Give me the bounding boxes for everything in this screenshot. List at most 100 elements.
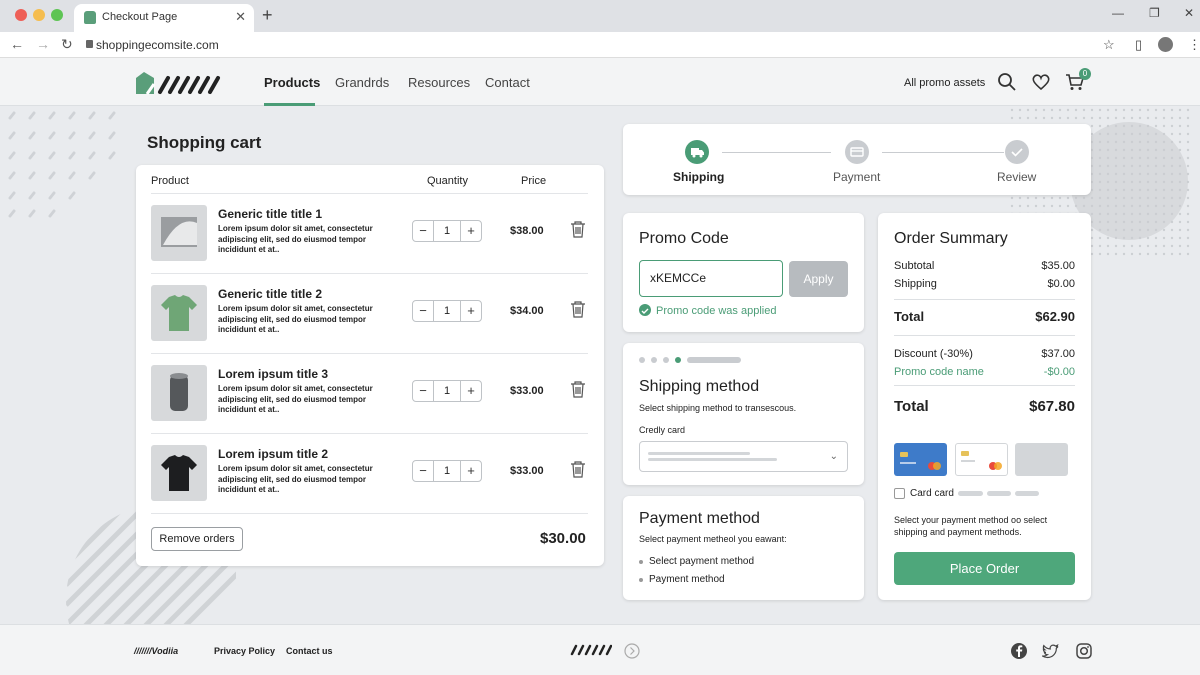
quantity-stepper: − 1 + xyxy=(412,220,482,242)
product-thumbnail[interactable] xyxy=(151,365,207,421)
cart-heading: Shopping cart xyxy=(147,133,262,152)
subtotal-label: Subtotal xyxy=(894,260,935,272)
contact-us-link[interactable]: Contact us xyxy=(286,646,333,656)
product-thumbnail[interactable] xyxy=(151,205,207,261)
minimize-window-dot[interactable] xyxy=(33,9,45,21)
footer-brand: ///////Vodiia xyxy=(134,646,179,656)
payment-step-icon[interactable] xyxy=(845,140,869,164)
product-thumbnail[interactable] xyxy=(151,445,207,501)
increment-button[interactable]: + xyxy=(461,461,481,481)
product-thumbnail[interactable] xyxy=(151,285,207,341)
site-footer: ///////Vodiia Privacy Policy Contact us xyxy=(0,624,1200,675)
tab-close-icon[interactable]: ✕ xyxy=(235,9,246,25)
maximize-window-dot[interactable] xyxy=(51,9,63,21)
trash-icon[interactable] xyxy=(570,221,586,238)
item-price: $33.00 xyxy=(510,385,544,397)
nav-products[interactable]: Products xyxy=(264,75,320,90)
browser-menu-icon[interactable]: ⋮ xyxy=(1188,37,1200,53)
heart-icon[interactable] xyxy=(1031,72,1051,92)
browser-tab[interactable]: Checkout Page ✕ xyxy=(74,4,254,32)
window-close-icon[interactable]: ✕ xyxy=(1184,6,1194,20)
item-title[interactable]: Lorem ipsum title 3 xyxy=(218,367,328,381)
promo-code-name: Promo code name xyxy=(894,366,984,378)
window-restore-icon[interactable]: ❐ xyxy=(1149,6,1160,20)
shipping-subtitle: Select shipping method to transescous. xyxy=(639,403,797,413)
nav-resources[interactable]: Resources xyxy=(408,75,470,90)
payment-option[interactable]: Select payment method xyxy=(649,556,754,567)
payment-subtitle: Select payment metheol you eawant: xyxy=(639,534,787,544)
discount-label: Discount (-30%) xyxy=(894,348,973,360)
sidebar-icon[interactable]: ▯ xyxy=(1135,37,1142,53)
quantity-value[interactable]: 1 xyxy=(433,381,461,401)
nav-contact[interactable]: Contact xyxy=(485,75,530,90)
new-tab-icon[interactable]: + xyxy=(262,5,273,26)
bookmark-star-icon[interactable]: ☆ xyxy=(1103,37,1115,53)
browser-titlebar: Checkout Page ✕ + — ❐ ✕ xyxy=(0,0,1200,32)
item-title[interactable]: Lorem ipsum title 2 xyxy=(218,447,328,461)
trash-icon[interactable] xyxy=(570,301,586,318)
promo-code-input[interactable]: xKEMCCe xyxy=(639,260,783,297)
progress-dot xyxy=(639,357,645,363)
step-label-payment[interactable]: Payment xyxy=(833,170,880,184)
summary-heading: Order Summary xyxy=(894,230,1008,247)
twitter-icon[interactable] xyxy=(1042,642,1060,660)
place-order-button[interactable]: Place Order xyxy=(894,552,1075,585)
site-logo-icon[interactable] xyxy=(134,70,229,96)
profile-avatar-icon[interactable] xyxy=(1158,37,1173,52)
quantity-value[interactable]: 1 xyxy=(433,461,461,481)
item-description: Lorem ipsum dolor sit amet, consectetur … xyxy=(218,224,373,254)
apply-button[interactable]: Apply xyxy=(789,261,848,297)
search-icon[interactable] xyxy=(997,72,1017,92)
cart-count-badge: 0 xyxy=(1079,68,1091,80)
close-window-dot[interactable] xyxy=(15,9,27,21)
step-label-shipping[interactable]: Shipping xyxy=(673,170,724,184)
trash-icon[interactable] xyxy=(570,461,586,478)
cart-panel: Product Quantity Price Generic title tit… xyxy=(136,165,604,566)
decrement-button[interactable]: − xyxy=(413,461,433,481)
url-field[interactable]: shoppingecomsite.com xyxy=(96,38,219,52)
blue-card-option[interactable] xyxy=(894,443,947,476)
decrement-button[interactable]: − xyxy=(413,301,433,321)
payment-option[interactable]: Payment method xyxy=(649,574,725,585)
promo-success-message: Promo code was applied xyxy=(656,305,777,317)
increment-button[interactable]: + xyxy=(461,301,481,321)
review-step-icon[interactable] xyxy=(1005,140,1029,164)
forward-icon[interactable]: → xyxy=(36,36,50,52)
progress-dot xyxy=(651,357,657,363)
step-label-review[interactable]: Review xyxy=(997,170,1036,184)
item-price: $34.00 xyxy=(510,305,544,317)
gray-card-option[interactable] xyxy=(1015,443,1068,476)
remove-orders-button[interactable]: Remove orders xyxy=(151,527,243,551)
decrement-button[interactable]: − xyxy=(413,381,433,401)
card-checkbox[interactable] xyxy=(894,488,905,499)
shipping-step-icon[interactable] xyxy=(685,140,709,164)
instagram-icon[interactable] xyxy=(1075,642,1093,660)
tab-title: Checkout Page xyxy=(102,11,178,23)
promo-assets-link[interactable]: All promo assets xyxy=(904,77,985,89)
quantity-stepper: − 1 + xyxy=(412,300,482,322)
white-card-option[interactable] xyxy=(955,443,1008,476)
shipping-select[interactable]: ⌄ xyxy=(639,441,848,472)
increment-button[interactable]: + xyxy=(461,221,481,241)
quantity-value[interactable]: 1 xyxy=(433,221,461,241)
price-column-header: Price xyxy=(521,175,547,187)
back-icon[interactable]: ← xyxy=(10,36,24,52)
item-title[interactable]: Generic title title 2 xyxy=(218,287,322,301)
facebook-icon[interactable] xyxy=(1010,642,1028,660)
subtotal-row: Subtotal $35.00 xyxy=(894,260,1075,272)
checkout-steps: Shipping Payment Review xyxy=(623,124,1091,195)
shipping-method-panel: Shipping method Select shipping method t… xyxy=(623,343,864,485)
shipping-label: Shipping xyxy=(894,278,937,290)
increment-button[interactable]: + xyxy=(461,381,481,401)
trash-icon[interactable] xyxy=(570,381,586,398)
table-row: Generic title title 2 Lorem ipsum dolor … xyxy=(151,274,588,354)
item-title[interactable]: Generic title title 1 xyxy=(218,207,322,221)
nav-grandrds[interactable]: Grandrds xyxy=(335,75,389,90)
privacy-policy-link[interactable]: Privacy Policy xyxy=(214,646,275,656)
chevron-right-circle-icon[interactable] xyxy=(624,643,640,659)
promo-code-panel: Promo Code xKEMCCe Apply Promo code was … xyxy=(623,213,864,332)
quantity-value[interactable]: 1 xyxy=(433,301,461,321)
decrement-button[interactable]: − xyxy=(413,221,433,241)
reload-icon[interactable]: ↻ xyxy=(61,36,73,53)
window-minimize-icon[interactable]: — xyxy=(1112,6,1124,20)
